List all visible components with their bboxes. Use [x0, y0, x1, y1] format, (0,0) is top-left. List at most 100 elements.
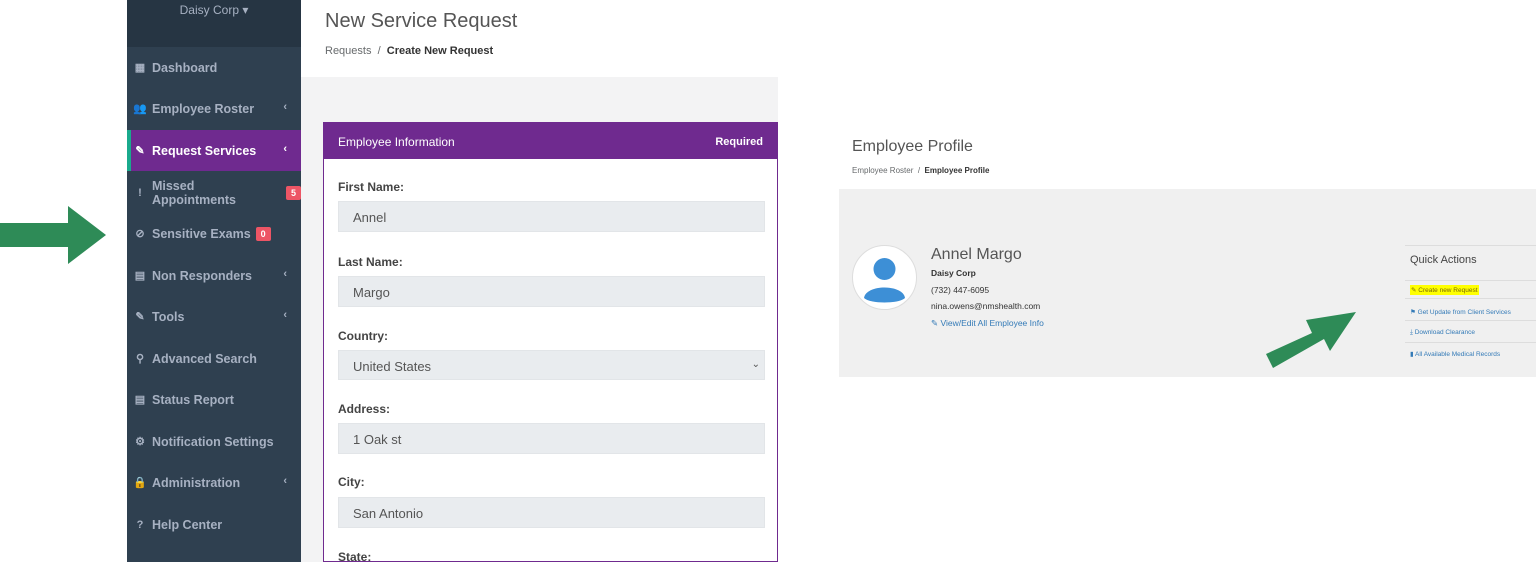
- breadcrumb-separator: /: [917, 166, 921, 175]
- file-icon: ▮: [1410, 351, 1414, 358]
- sidebar-item-label: Missed Appointments: [151, 178, 236, 207]
- view-edit-employee-link[interactable]: ✎ View/Edit All Employee Info: [931, 318, 1044, 329]
- city-value: San Antonio: [353, 506, 424, 521]
- chevron-left-icon: ‹: [283, 309, 287, 321]
- sidebar-item-label: Status Report: [152, 392, 234, 407]
- required-label: Required: [715, 136, 763, 148]
- breadcrumb-parent[interactable]: Requests: [325, 45, 371, 57]
- employee-phone: (732) 447-6095: [931, 285, 990, 295]
- breadcrumb-separator: /: [377, 45, 381, 57]
- country-value: United States: [353, 359, 432, 374]
- employee-information-panel: Employee Information Required First Name…: [323, 122, 778, 564]
- gears-icon: ⚙: [135, 436, 145, 448]
- right-green-arrow: [1266, 312, 1356, 368]
- city-field[interactable]: San Antonio: [338, 497, 765, 528]
- sidebar-item-label: Sensitive Exams: [152, 226, 251, 241]
- panel-header: Employee Information Required: [324, 123, 777, 159]
- address-label: Address:: [338, 402, 391, 416]
- quick-action-label: Download Clearance: [1414, 329, 1476, 336]
- divider: [1405, 245, 1536, 246]
- sidebar-item-label: Notification Settings: [152, 434, 274, 449]
- breadcrumb-current: Create New Request: [386, 45, 494, 57]
- users-icon: 👥: [133, 103, 147, 115]
- flag-icon: ⚑: [1410, 309, 1416, 316]
- country-select[interactable]: United States ⌄: [338, 350, 765, 380]
- address-field[interactable]: 1 Oak st: [338, 423, 765, 454]
- sidebar-item-missed-appointments[interactable]: ! Missed Appointments 5: [127, 172, 301, 213]
- quick-action-label: All Available Medical Records: [1415, 351, 1501, 358]
- profile-title: Employee Profile: [852, 138, 973, 155]
- sidebar-header: Daisy Corp ▾: [127, 0, 301, 47]
- chevron-down-icon: ⌄: [751, 359, 760, 370]
- sidebar-item-sensitive-exams[interactable]: ⊘ Sensitive Exams 0: [127, 213, 301, 254]
- first-name-field[interactable]: Annel: [338, 201, 765, 232]
- employee-name: Annel Margo: [931, 246, 1022, 263]
- sidebar-item-label: Advanced Search: [152, 351, 257, 366]
- avatar: [852, 245, 917, 310]
- panel-title: Employee Information: [338, 135, 455, 149]
- quick-action-label: Create new Request: [1418, 287, 1478, 294]
- last-name-field[interactable]: Margo: [338, 276, 765, 307]
- edit-icon: ✎: [1411, 287, 1417, 294]
- quick-action-get-update[interactable]: ⚑ Get Update from Client Services: [1410, 308, 1511, 316]
- sidebar-item-request-services[interactable]: ✎ Request Services ‹: [127, 130, 301, 171]
- quick-action-label: Get Update from Client Services: [1417, 309, 1511, 316]
- profile-breadcrumb: Employee Roster / Employee Profile: [852, 166, 989, 175]
- city-label: City:: [338, 475, 365, 489]
- search-icon: ⚲: [135, 353, 145, 365]
- help-icon: ?: [136, 518, 144, 531]
- sidebar-item-label: Dashboard: [152, 60, 218, 75]
- profile-card: [839, 189, 1536, 377]
- view-edit-link-label: View/Edit All Employee Info: [940, 318, 1044, 328]
- first-name-label: First Name:: [338, 180, 405, 194]
- quick-action-medical-records[interactable]: ▮ All Available Medical Records: [1410, 350, 1500, 358]
- sidebar-item-label: Help Center: [152, 517, 223, 532]
- sidebar-item-non-responders[interactable]: ▤ Non Responders ‹: [127, 255, 301, 296]
- user-avatar-icon: [864, 258, 905, 303]
- download-icon: ⤓: [1410, 329, 1413, 336]
- sidebar: Daisy Corp ▾ ▦ Dashboard 👥 Employee Rost…: [127, 0, 301, 562]
- org-dropdown[interactable]: Daisy Corp ▾: [127, 3, 301, 17]
- sidebar-item-label: Employee Roster: [152, 101, 255, 116]
- edit-icon: ✎: [931, 318, 939, 328]
- divider: [1405, 342, 1536, 343]
- chevron-left-icon: ‹: [283, 143, 287, 155]
- wrench-icon: ✎: [135, 311, 145, 323]
- sidebar-item-dashboard[interactable]: ▦ Dashboard: [127, 47, 301, 88]
- chevron-left-icon: ‹: [283, 101, 287, 113]
- employee-email: nina.owens@nmshealth.com: [931, 301, 1041, 311]
- breadcrumb-parent[interactable]: Employee Roster: [852, 166, 913, 175]
- quick-actions-title: Quick Actions: [1410, 254, 1477, 266]
- sidebar-item-label: Request Services: [152, 143, 257, 158]
- last-name-value: Margo: [353, 285, 390, 300]
- divider: [1405, 320, 1536, 321]
- eye-slash-icon: ⊘: [135, 228, 145, 240]
- page-title: New Service Request: [325, 10, 518, 32]
- list-icon: ▤: [134, 394, 146, 406]
- sidebar-item-label: Administration: [152, 475, 241, 490]
- address-value: 1 Oak st: [353, 432, 402, 447]
- quick-action-download-clearance[interactable]: ⤓ Download Clearance: [1410, 329, 1475, 337]
- sidebar-item-label: Non Responders: [152, 268, 253, 283]
- country-label: Country:: [338, 329, 388, 343]
- edit-icon: ✎: [135, 145, 145, 157]
- sidebar-item-tools[interactable]: ✎ Tools ‹: [127, 296, 301, 337]
- sidebar-item-advanced-search[interactable]: ⚲ Advanced Search: [127, 338, 301, 379]
- quick-action-create-new-request[interactable]: ✎ Create new Request: [1410, 285, 1479, 295]
- count-badge: 0: [255, 226, 271, 241]
- sidebar-item-administration[interactable]: 🔒 Administration ‹: [127, 462, 301, 503]
- chevron-left-icon: ‹: [283, 475, 287, 487]
- exclamation-icon: !: [138, 186, 142, 199]
- sidebar-item-notification-settings[interactable]: ⚙ Notification Settings: [127, 421, 301, 462]
- employee-company: Daisy Corp: [931, 268, 976, 278]
- chevron-left-icon: ‹: [283, 268, 287, 280]
- sidebar-item-help-center[interactable]: ? Help Center: [127, 504, 301, 545]
- count-badge: 5: [285, 185, 301, 200]
- dashboard-icon: ▦: [134, 62, 146, 74]
- left-green-arrow: [0, 206, 106, 264]
- lock-icon: 🔒: [133, 477, 147, 489]
- sidebar-item-employee-roster[interactable]: 👥 Employee Roster ‹: [127, 88, 301, 129]
- sidebar-item-label: Tools: [152, 309, 185, 324]
- breadcrumb: Requests / Create New Request: [325, 45, 493, 57]
- sidebar-item-status-report[interactable]: ▤ Status Report: [127, 379, 301, 420]
